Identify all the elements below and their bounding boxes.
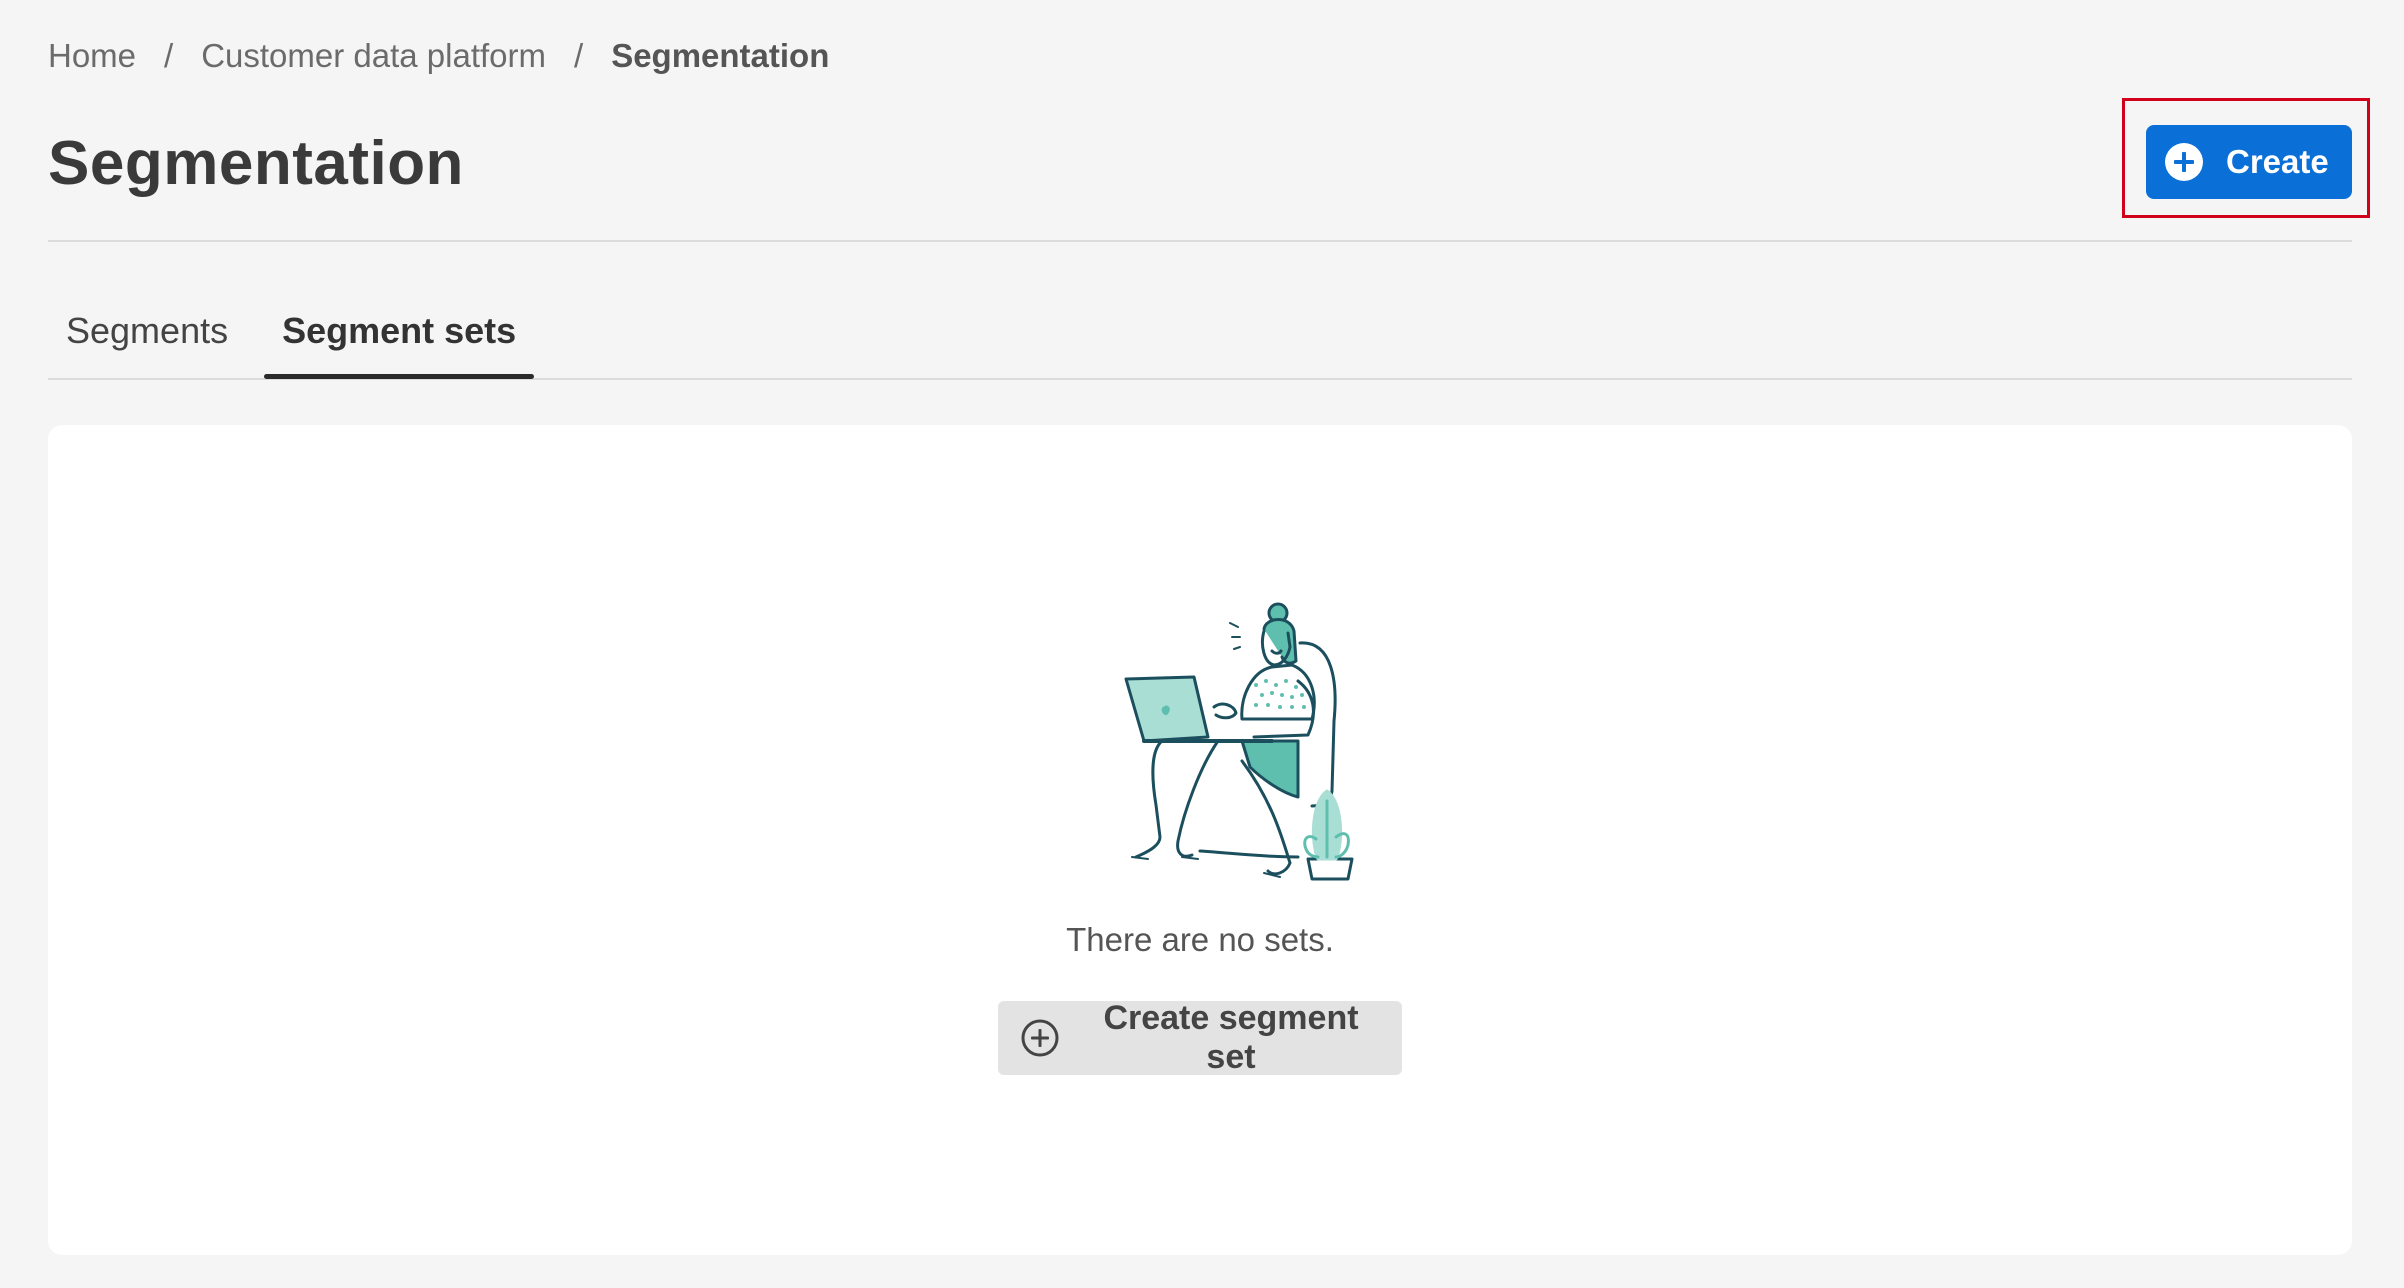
- plus-circle-outline-icon: [1020, 1018, 1060, 1058]
- plus-circle-icon: [2164, 142, 2204, 182]
- tab-segment-sets-label: Segment sets: [282, 310, 517, 351]
- breadcrumb-customer-data-platform[interactable]: Customer data platform: [201, 37, 546, 75]
- tab-bar: Segments Segment sets: [48, 296, 2352, 380]
- breadcrumb-separator: /: [574, 37, 584, 74]
- header-divider: [48, 240, 2352, 242]
- breadcrumb-home[interactable]: Home: [48, 37, 136, 75]
- tab-segments-label: Segments: [66, 310, 229, 351]
- breadcrumb-current: Segmentation: [611, 37, 830, 74]
- breadcrumb: Home / Customer data platform / Segmenta…: [48, 30, 829, 82]
- segmentation-page: Home / Customer data platform / Segmenta…: [0, 0, 2404, 1288]
- empty-state-message: There are no sets.: [1066, 921, 1334, 958]
- empty-state-card: There are no sets. Create segment set: [48, 425, 2352, 1255]
- breadcrumb-separator: /: [164, 37, 174, 74]
- create-button-label: Create: [2226, 143, 2329, 180]
- create-segment-set-label: Create segment set: [1103, 999, 1359, 1076]
- tab-segment-sets[interactable]: Segment sets: [264, 296, 535, 379]
- create-button[interactable]: Create: [2146, 125, 2352, 199]
- woman-with-laptop-illustration: [1122, 601, 1372, 891]
- tab-segments[interactable]: Segments: [48, 296, 246, 376]
- create-segment-set-button[interactable]: Create segment set: [998, 999, 1402, 1076]
- page-title: Segmentation: [48, 129, 464, 198]
